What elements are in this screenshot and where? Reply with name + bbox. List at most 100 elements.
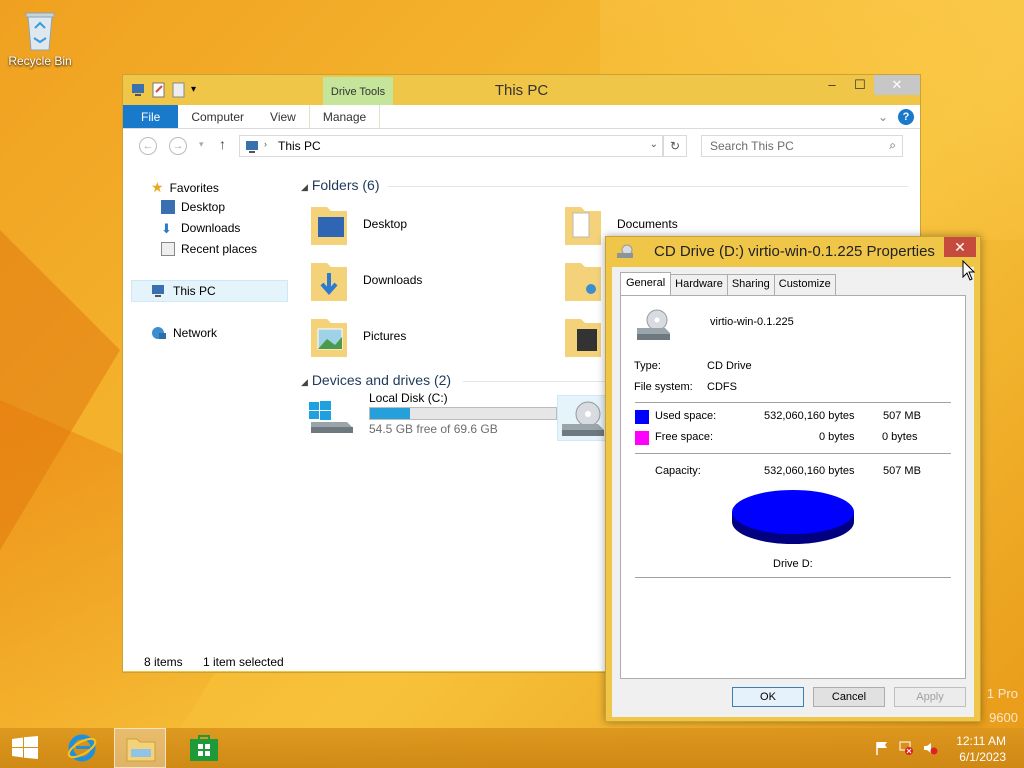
tab-file[interactable]: File [123,105,179,128]
up-arrow-icon[interactable]: ↑ [219,136,226,152]
collapse-arrow-icon: ◢ [301,377,308,387]
recycle-bin-shortcut[interactable]: Recycle Bin [6,8,74,68]
watermark-text: 1 Pro [986,686,1018,701]
file-explorer-icon [126,738,156,762]
mouse-cursor-icon [962,260,976,281]
volume-muted-icon[interactable] [922,740,938,756]
folder-pictures[interactable]: Pictures [309,313,406,359]
explorer-titlebar[interactable]: ▾ Drive Tools This PC – ☐ ✕ [123,75,920,105]
properties-dialog: CD Drive (D:) virtio-win-0.1.225 Propert… [605,236,981,722]
store-icon [190,735,218,761]
internet-explorer-button[interactable] [56,728,108,768]
taskbar: 12:11 AM 6/1/2023 [0,728,1024,768]
cd-drive-icon [562,401,604,436]
dialog-title: CD Drive (D:) virtio-win-0.1.225 Propert… [654,243,935,260]
network-icon [152,327,166,339]
file-explorer-button[interactable] [114,728,166,768]
recent-places-icon [161,242,175,256]
item-count: 8 items [144,655,183,669]
music-folder-icon [565,263,601,301]
folder-videos[interactable] [563,313,603,359]
divider [388,186,908,187]
computer-icon [152,285,164,297]
collapse-arrow-icon: ◢ [301,182,308,192]
volume-label-field[interactable]: virtio-win-0.1.225 [710,316,794,328]
used-space-mb: 507 MB [883,410,921,422]
desktop-folder-icon [311,207,347,245]
nav-desktop[interactable]: Desktop [161,200,225,214]
back-button[interactable]: ← [139,137,157,155]
forward-button[interactable]: → [169,137,187,155]
nav-favorites[interactable]: ★ Favorites [151,179,219,196]
download-icon: ⬇ [161,221,172,236]
dialog-body: General Hardware Sharing Customize virti… [612,267,974,717]
folders-group-header[interactable]: ◢ Folders (6) [301,177,380,193]
tab-computer[interactable]: Computer [178,105,257,128]
minimize-button[interactable]: – [818,75,846,95]
free-space-short: 0 bytes [882,431,918,443]
local-disk-c[interactable]: Local Disk (C:) 54.5 GB free of 69.6 GB [307,391,557,436]
search-input[interactable]: Search This PC ⌕ [701,135,903,157]
address-bar-row: ← → ▾ ↑ › This PC ⌄ ↻ Search This PC ⌕ [123,129,920,163]
type-value: CD Drive [707,360,752,372]
breadcrumb-chevron-icon[interactable]: › [264,139,267,149]
clock-time: 12:11 AM [956,734,1006,748]
tab-sharing[interactable]: Sharing [726,274,775,295]
internet-explorer-icon [67,734,97,762]
cd-drive-d[interactable] [557,395,607,441]
clock-date: 6/1/2023 [959,750,1006,764]
ribbon-tabs: File Computer View Manage ⌄ ? [123,105,920,129]
recent-locations-icon[interactable]: ▾ [199,139,204,150]
tab-customize[interactable]: Customize [773,274,836,295]
general-tab-panel: virtio-win-0.1.225 Type: CD Drive File s… [620,295,966,679]
action-center-flag-icon[interactable] [874,740,890,756]
drive-name: Local Disk (C:) [369,391,448,405]
clock[interactable]: 12:11 AM 6/1/2023 [956,733,1006,765]
downloads-folder-icon [311,263,347,301]
address-field[interactable]: › This PC ⌄ [239,135,663,157]
computer-icon [246,141,258,153]
used-space-swatch [635,410,649,424]
search-icon[interactable]: ⌕ [889,138,896,153]
watermark-text: 9600 [989,710,1018,725]
search-placeholder: Search This PC [710,139,794,153]
divider [635,453,951,454]
network-disconnected-icon[interactable] [898,740,914,756]
tab-manage[interactable]: Manage [308,105,381,128]
cancel-button[interactable]: Cancel [813,687,885,707]
nav-network[interactable]: Network [151,326,217,340]
ok-button[interactable]: OK [732,687,804,707]
window-title: This PC [494,82,549,99]
refresh-button[interactable]: ↻ [663,135,687,157]
file-system-label: File system: [634,381,693,393]
store-button[interactable] [178,728,230,768]
help-icon[interactable]: ? [898,109,914,125]
videos-folder-icon [565,319,601,357]
dialog-tabs: General Hardware Sharing Customize [620,272,836,295]
selection-count: 1 item selected [203,655,284,669]
folder-desktop[interactable]: Desktop [309,201,407,247]
drive-usage-fill [370,408,411,419]
folder-music[interactable] [563,257,603,303]
divider [635,402,951,403]
expand-ribbon-icon[interactable]: ⌄ [878,110,888,124]
desktop-icon [161,200,175,214]
type-label: Type: [634,360,661,372]
used-space-bytes: 532,060,160 bytes [764,410,855,422]
nav-recent-places[interactable]: Recent places [161,242,257,256]
tab-hardware[interactable]: Hardware [670,274,728,295]
nav-this-pc[interactable]: This PC [151,284,216,298]
devices-group-header[interactable]: ◢ Devices and drives (2) [301,372,451,388]
nav-downloads[interactable]: ⬇ Downloads [161,221,240,236]
pie-slice-used [732,490,854,534]
maximize-button[interactable]: ☐ [846,75,874,95]
close-button[interactable]: ✕ [874,75,920,95]
close-button[interactable]: ✕ [944,237,976,257]
chevron-down-icon[interactable]: ⌄ [650,139,658,150]
tab-general[interactable]: General [620,272,672,295]
folder-downloads[interactable]: Downloads [309,257,422,303]
start-button[interactable] [0,728,52,768]
tab-view[interactable]: View [257,105,309,128]
apply-button[interactable]: Apply [894,687,966,707]
cd-drive-icon [637,309,670,340]
